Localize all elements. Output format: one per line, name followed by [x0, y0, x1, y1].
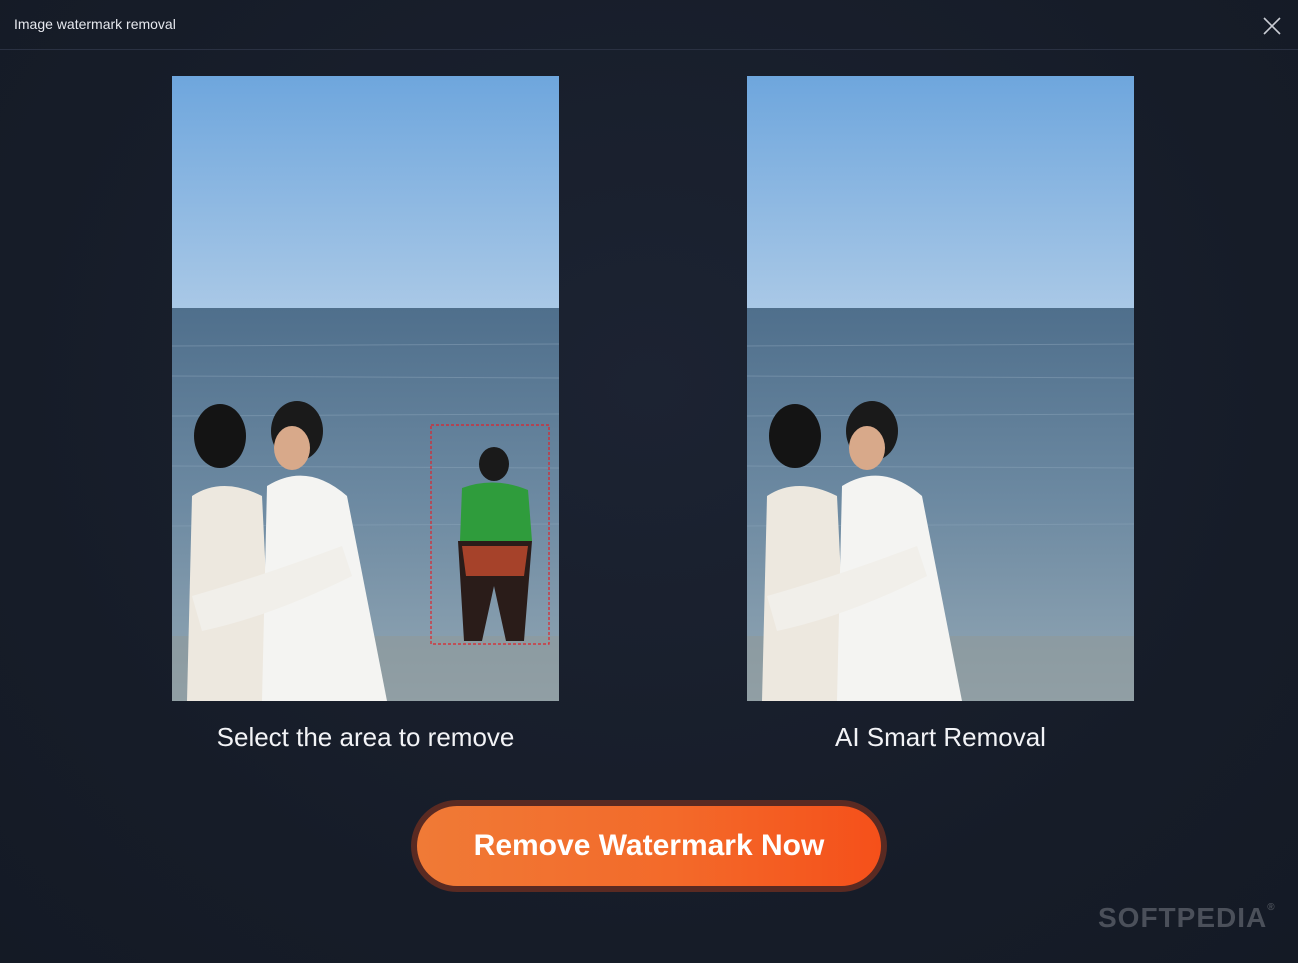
- watermark-text: SOFTPEDIA: [1098, 902, 1268, 933]
- title-bar: Image watermark removal: [0, 0, 1298, 50]
- after-photo: [747, 76, 1134, 701]
- before-caption: Select the area to remove: [216, 722, 515, 752]
- window-title: Image watermark removal: [14, 16, 176, 32]
- close-button[interactable]: [1260, 14, 1284, 38]
- after-caption: AI Smart Removal: [835, 722, 1046, 752]
- before-image-panel: [172, 76, 559, 701]
- after-image-panel: [747, 76, 1134, 701]
- image-watermark-removal-window: Image watermark removal Select the area …: [0, 0, 1298, 963]
- softpedia-watermark: SOFTPEDIA®: [1098, 902, 1276, 934]
- close-icon: [1263, 17, 1281, 35]
- before-photo: [172, 76, 559, 701]
- registered-mark: ®: [1267, 902, 1276, 913]
- remove-watermark-now-button[interactable]: Remove Watermark Now: [417, 806, 881, 886]
